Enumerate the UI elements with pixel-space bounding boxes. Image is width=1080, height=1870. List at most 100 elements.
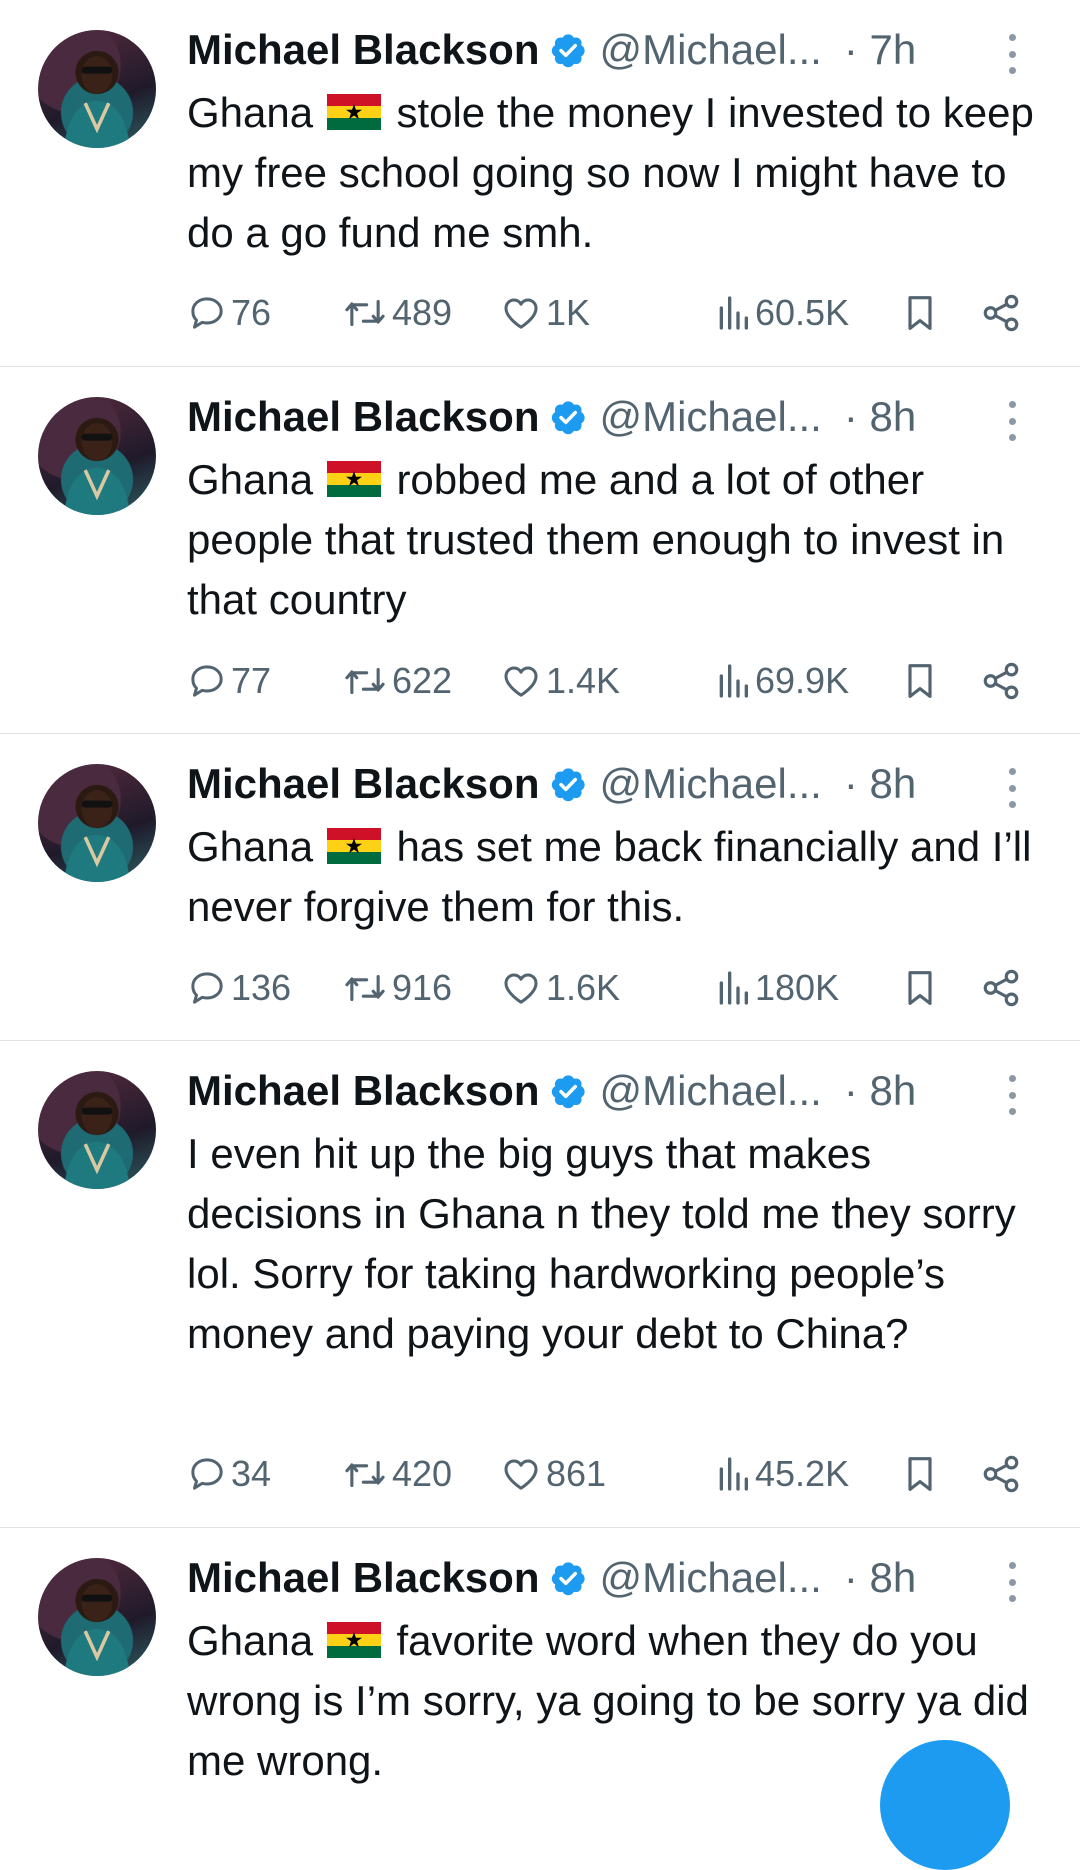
like-button[interactable]: 1.4K xyxy=(500,651,620,711)
share-button[interactable] xyxy=(980,1444,1022,1504)
tweet-card[interactable]: Michael Blackson @Michael... · 8h I even… xyxy=(0,1041,1080,1528)
retweet-icon xyxy=(345,1460,385,1488)
author-handle[interactable]: @Michael... xyxy=(599,1067,821,1115)
like-button[interactable]: 1K xyxy=(500,283,590,343)
tweet-text: I even hit up the big guys that makes de… xyxy=(187,1124,1057,1364)
timestamp[interactable]: · 8h xyxy=(844,760,916,808)
bar-chart-icon xyxy=(719,1457,748,1491)
reply-button[interactable]: 77 xyxy=(187,651,271,711)
author-name[interactable]: Michael Blackson xyxy=(187,393,539,441)
author-name[interactable]: Michael Blackson xyxy=(187,1067,539,1115)
tweet-text: Ghana robbed me and a lot of other peopl… xyxy=(187,450,1057,630)
reply-button[interactable]: 136 xyxy=(187,958,291,1018)
avatar[interactable] xyxy=(38,1071,156,1189)
tweet-text-prefix: Ghana xyxy=(187,456,314,503)
reply-button[interactable]: 34 xyxy=(187,1444,271,1504)
retweet-button[interactable]: 489 xyxy=(342,283,452,343)
speech-bubble-icon xyxy=(191,297,223,329)
verified-badge-icon xyxy=(552,401,586,435)
tweet-card[interactable]: Michael Blackson @Michael... · 7h Ghana … xyxy=(0,0,1080,367)
view-count: 45.2K xyxy=(755,1453,850,1494)
bookmark-icon xyxy=(908,1457,932,1491)
tweet-card[interactable]: Michael Blackson @Michael... · 8h Ghana … xyxy=(0,367,1080,734)
bookmark-button[interactable] xyxy=(900,651,940,711)
compose-button[interactable] xyxy=(880,1740,1010,1870)
more-vertical-icon[interactable] xyxy=(1004,34,1020,74)
tweet-text-prefix: Ghana xyxy=(187,823,314,870)
tweet-text-prefix: Ghana xyxy=(187,89,314,136)
reply-count: 76 xyxy=(231,292,272,333)
like-button[interactable]: 1.6K xyxy=(500,958,620,1018)
verified-badge-icon xyxy=(552,1075,586,1109)
share-button[interactable] xyxy=(980,651,1022,711)
speech-bubble-icon xyxy=(191,665,223,697)
timestamp[interactable]: · 8h xyxy=(844,1554,916,1602)
tweet-text-prefix: Ghana xyxy=(187,1617,314,1664)
author-name[interactable]: Michael Blackson xyxy=(187,1554,539,1602)
bookmark-button[interactable] xyxy=(900,1444,940,1504)
bookmark-button[interactable] xyxy=(900,958,940,1018)
bookmark-icon xyxy=(908,664,932,698)
bookmark-icon xyxy=(908,296,932,330)
retweet-button[interactable]: 420 xyxy=(342,1444,452,1504)
more-vertical-icon[interactable] xyxy=(1004,768,1020,808)
retweet-button[interactable]: 916 xyxy=(342,958,452,1018)
heart-icon xyxy=(504,666,538,697)
share-button[interactable] xyxy=(980,283,1022,343)
author-handle[interactable]: @Michael... xyxy=(599,760,821,808)
like-count: 1.6K xyxy=(546,967,621,1008)
avatar[interactable] xyxy=(38,1558,156,1676)
tweet-actions: 136 916 1.6K 180K xyxy=(187,958,1027,1018)
ghana-flag-icon xyxy=(326,1622,381,1658)
avatar[interactable] xyxy=(38,764,156,882)
author-handle[interactable]: @Michael... xyxy=(599,1554,821,1602)
view-count: 180K xyxy=(755,967,840,1008)
heart-icon xyxy=(504,973,538,1004)
more-vertical-icon[interactable] xyxy=(1004,401,1020,441)
author-handle[interactable]: @Michael... xyxy=(599,26,821,74)
retweet-icon xyxy=(345,299,385,327)
share-icon xyxy=(983,969,1019,1007)
author-name[interactable]: Michael Blackson xyxy=(187,26,539,74)
retweet-icon xyxy=(345,974,385,1002)
like-count: 1K xyxy=(546,292,591,333)
more-vertical-icon[interactable] xyxy=(1004,1562,1020,1602)
timestamp[interactable]: · 7h xyxy=(844,26,916,74)
timestamp[interactable]: · 8h xyxy=(844,393,916,441)
retweet-count: 622 xyxy=(392,660,453,701)
heart-icon xyxy=(504,1459,538,1490)
retweet-count: 489 xyxy=(392,292,453,333)
ghana-flag-icon xyxy=(326,94,381,130)
more-vertical-icon[interactable] xyxy=(1004,1075,1020,1115)
views-button[interactable]: 69.9K xyxy=(715,651,849,711)
retweet-button[interactable]: 622 xyxy=(342,651,452,711)
tweet-actions: 76 489 1K 60.5K xyxy=(187,283,1027,343)
tweet-card[interactable]: Michael Blackson @Michael... · 8h Ghana … xyxy=(0,734,1080,1041)
avatar[interactable] xyxy=(38,30,156,148)
verified-badge-icon xyxy=(552,1562,586,1596)
share-button[interactable] xyxy=(980,958,1022,1018)
avatar[interactable] xyxy=(38,397,156,515)
share-icon xyxy=(983,662,1019,700)
views-button[interactable]: 45.2K xyxy=(715,1444,849,1504)
tweet-text: Ghana stole the money I invested to keep… xyxy=(187,83,1057,263)
retweet-icon xyxy=(345,667,385,695)
reply-count: 136 xyxy=(231,967,292,1008)
author-name[interactable]: Michael Blackson xyxy=(187,760,539,808)
bar-chart-icon xyxy=(719,664,748,698)
reply-button[interactable]: 76 xyxy=(187,283,271,343)
heart-icon xyxy=(504,298,538,329)
like-button[interactable]: 861 xyxy=(500,1444,606,1504)
speech-bubble-icon xyxy=(191,972,223,1004)
share-icon xyxy=(983,1455,1019,1493)
views-button[interactable]: 180K xyxy=(715,958,839,1018)
tweet-actions: 34 420 861 45.2K xyxy=(187,1444,1027,1504)
author-handle[interactable]: @Michael... xyxy=(599,393,821,441)
views-button[interactable]: 60.5K xyxy=(715,283,849,343)
share-icon xyxy=(983,294,1019,332)
timestamp[interactable]: · 8h xyxy=(844,1067,916,1115)
bar-chart-icon xyxy=(719,296,748,330)
ghana-flag-icon xyxy=(326,828,381,864)
bookmark-button[interactable] xyxy=(900,283,940,343)
reply-count: 34 xyxy=(231,1453,272,1494)
